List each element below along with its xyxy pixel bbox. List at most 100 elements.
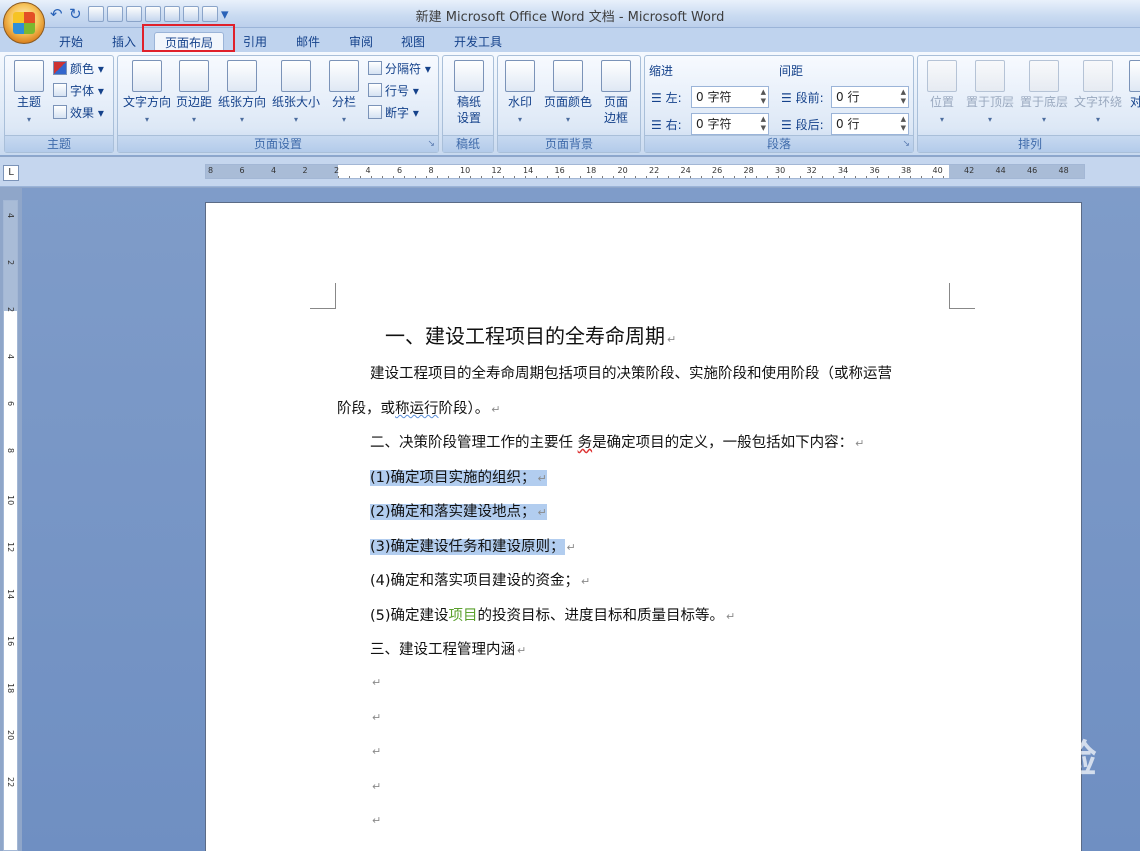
margins-button[interactable]: 页边距 ▾ [174,60,214,128]
indent-label: 缩进 [649,64,674,78]
baidu-watermark-url: jingyan.baidu.com [878,804,1045,825]
indent-left-input[interactable]: 0 字符 ▲ ▼ [691,86,769,108]
horizontal-ruler[interactable]: 8 6 4 2 2 4 6 8 10 12 14 16 18 20 22 24 26 28 30 32 34 36 38 40… [205,164,1085,179]
spin-arrows-icon[interactable]: ▲ ▼ [761,115,766,133]
indent-right-input[interactable]: 0 字符 ▲ ▼ [691,113,769,135]
vertical-ruler[interactable]: 4 2 2 4 6 8 10 12 14 16 18 20 22 [3,200,18,851]
paper-size-icon [281,60,311,92]
doc-empty-paragraph[interactable]: ↵ [370,778,381,794]
columns-icon [329,60,359,92]
doc-empty-paragraph[interactable]: ↵ [370,812,381,828]
group-label-theme: 主题 [5,135,113,152]
ruler-tick-label: 14 [523,166,534,175]
doc-list-item-1[interactable]: (1)确定项目实施的组织； ↵ [370,466,547,487]
group-manuscript: 稿纸 设置 稿纸 [442,55,494,153]
group-label-manuscript: 稿纸 [443,135,493,152]
ruler-tick-label: 30 [775,166,786,175]
doc-heading[interactable]: 一、建设工程项目的全寿命周期 ↵ [385,320,676,349]
doc-list-item-5[interactable]: (5)确定建设项目的投资目标、进度目标和质量目标等。 ↵ [370,604,735,625]
doc-paragraph-1-line-2[interactable]: 阶段，或称运行阶段）。 ↵ [337,397,500,418]
crop-mark-top-right [949,283,975,309]
ruler-tick-label: 2 [302,166,308,175]
theme-fonts-button[interactable]: 字体 ▾ [53,82,104,100]
ruler-tick-label: 16 [554,166,565,175]
breaks-icon [368,61,382,75]
bring-to-front-button[interactable]: 置于顶层 ▾ [964,60,1016,128]
tab-insert[interactable]: 插入 [102,32,146,52]
doc-paragraph-1-line-1[interactable]: 建设工程项目的全寿命周期包括项目的决策阶段、实施阶段和使用阶段（或称运营 [370,362,892,383]
group-label-arrange: 排列 [918,135,1140,152]
group-label-page-setup: 页面设置 [118,135,438,152]
doc-paragraph-2[interactable]: 二、决策阶段管理工作的主要任 务是确定项目的定义，一般包括如下内容： ↵ [370,431,864,452]
crop-mark-top-left [310,283,336,309]
align-button[interactable]: 对 [1128,60,1140,110]
group-label-page-background: 页面背景 [498,135,640,152]
ruler-tick-label: 4 [6,354,15,360]
line-numbers-button[interactable]: 行号 ▾ [368,82,419,100]
hyphenation-button[interactable]: 断字 ▾ [368,104,419,122]
page-setup-launcher-icon[interactable]: ↘ [427,139,435,149]
ruler-tick-label: 34 [838,166,849,175]
fonts-icon [53,83,67,97]
themes-button[interactable]: 主题 ▾ [11,60,47,128]
ruler-tick-label: 32 [806,166,817,175]
spin-arrows-icon[interactable]: ▲ ▼ [901,88,906,106]
group-page-background: 水印 ▾ 页面颜色 ▾ 页面 边框 页面背景 [497,55,641,153]
ruler-tick-label: 42 [964,166,975,175]
indent-left-label: ☰ 左: [651,91,682,105]
tab-selector-button[interactable]: L [3,165,19,181]
line-numbers-icon [368,83,382,97]
spacing-before-input[interactable]: 0 行 ▲ ▼ [831,86,909,108]
group-theme: 主题 ▾ 颜色 ▾ 字体 ▾ 效果 ▾ 主题 [4,55,114,153]
spacing-after-input[interactable]: 0 行 ▲ ▼ [831,113,909,135]
tab-home[interactable]: 开始 [49,32,93,52]
doc-empty-paragraph[interactable]: ↵ [370,743,381,759]
tab-references[interactable]: 引用 [233,32,277,52]
manuscript-setup-button[interactable]: 稿纸 设置 [449,60,489,126]
spin-arrows-icon[interactable]: ▲ ▼ [901,115,906,133]
orientation-button[interactable]: 纸张方向 ▾ [216,60,268,128]
columns-button[interactable]: 分栏 ▾ [326,60,362,128]
ruler-tick-label: 22 [649,166,660,175]
page-color-button[interactable]: 页面颜色 ▾ [542,60,594,128]
paragraph-launcher-icon[interactable]: ↘ [902,139,910,149]
office-logo-icon [13,12,35,34]
ruler-tick-label: 2 [334,166,340,175]
position-button[interactable]: 位置 ▾ [924,60,960,128]
ruler-tick-label: 44 [995,166,1006,175]
text-wrapping-button[interactable]: 文字环绕 ▾ [1072,60,1124,128]
ruler-tick-label: 12 [491,166,502,175]
tab-developer[interactable]: 开发工具 [444,32,512,52]
page-borders-button[interactable]: 页面 边框 [598,60,634,126]
ruler-tick-label: 4 [6,213,15,219]
ruler-tick-label: 24 [680,166,691,175]
page-borders-icon [601,60,631,92]
tab-view[interactable]: 视图 [391,32,435,52]
watermark-button[interactable]: 水印 ▾ [504,60,536,128]
paper-size-button[interactable]: 纸张大小 ▾ [270,60,322,128]
breaks-button[interactable]: 分隔符 ▾ [368,60,431,78]
doc-list-item-2[interactable]: (2)确定和落实建设地点； ↵ [370,500,547,521]
ruler-tick-label: 40 [932,166,943,175]
selected-text: (1)确定项目实施的组织； ↵ [370,470,547,486]
doc-paragraph-3[interactable]: 三、建设工程管理内涵 ↵ [370,638,526,659]
ruler-tick-label: 8 [6,448,15,454]
doc-list-item-4[interactable]: (4)确定和落实项目建设的资金； ↵ [370,569,590,590]
tab-review[interactable]: 审阅 [339,32,383,52]
spin-arrows-icon[interactable]: ▲ ▼ [761,88,766,106]
bring-to-front-icon [975,60,1005,92]
tab-mailings[interactable]: 邮件 [286,32,330,52]
text-direction-button[interactable]: 文字方向 ▾ [122,60,172,128]
doc-empty-paragraph[interactable]: ↵ [370,709,381,725]
doc-list-item-3[interactable]: (3)确定建设任务和建设原则； ↵ [370,535,576,556]
send-to-back-button[interactable]: 置于底层 ▾ [1018,60,1070,128]
tab-highlight-box [142,24,235,52]
ruler-tick-label: 48 [1058,166,1069,175]
ruler-tick-label: 26 [712,166,723,175]
margins-icon [179,60,209,92]
office-button[interactable] [3,2,45,44]
theme-effects-button[interactable]: 效果 ▾ [53,104,104,122]
doc-empty-paragraph[interactable]: ↵ [370,674,381,690]
ruler-tick-label: 18 [6,683,15,694]
theme-colors-button[interactable]: 颜色 ▾ [53,60,104,78]
